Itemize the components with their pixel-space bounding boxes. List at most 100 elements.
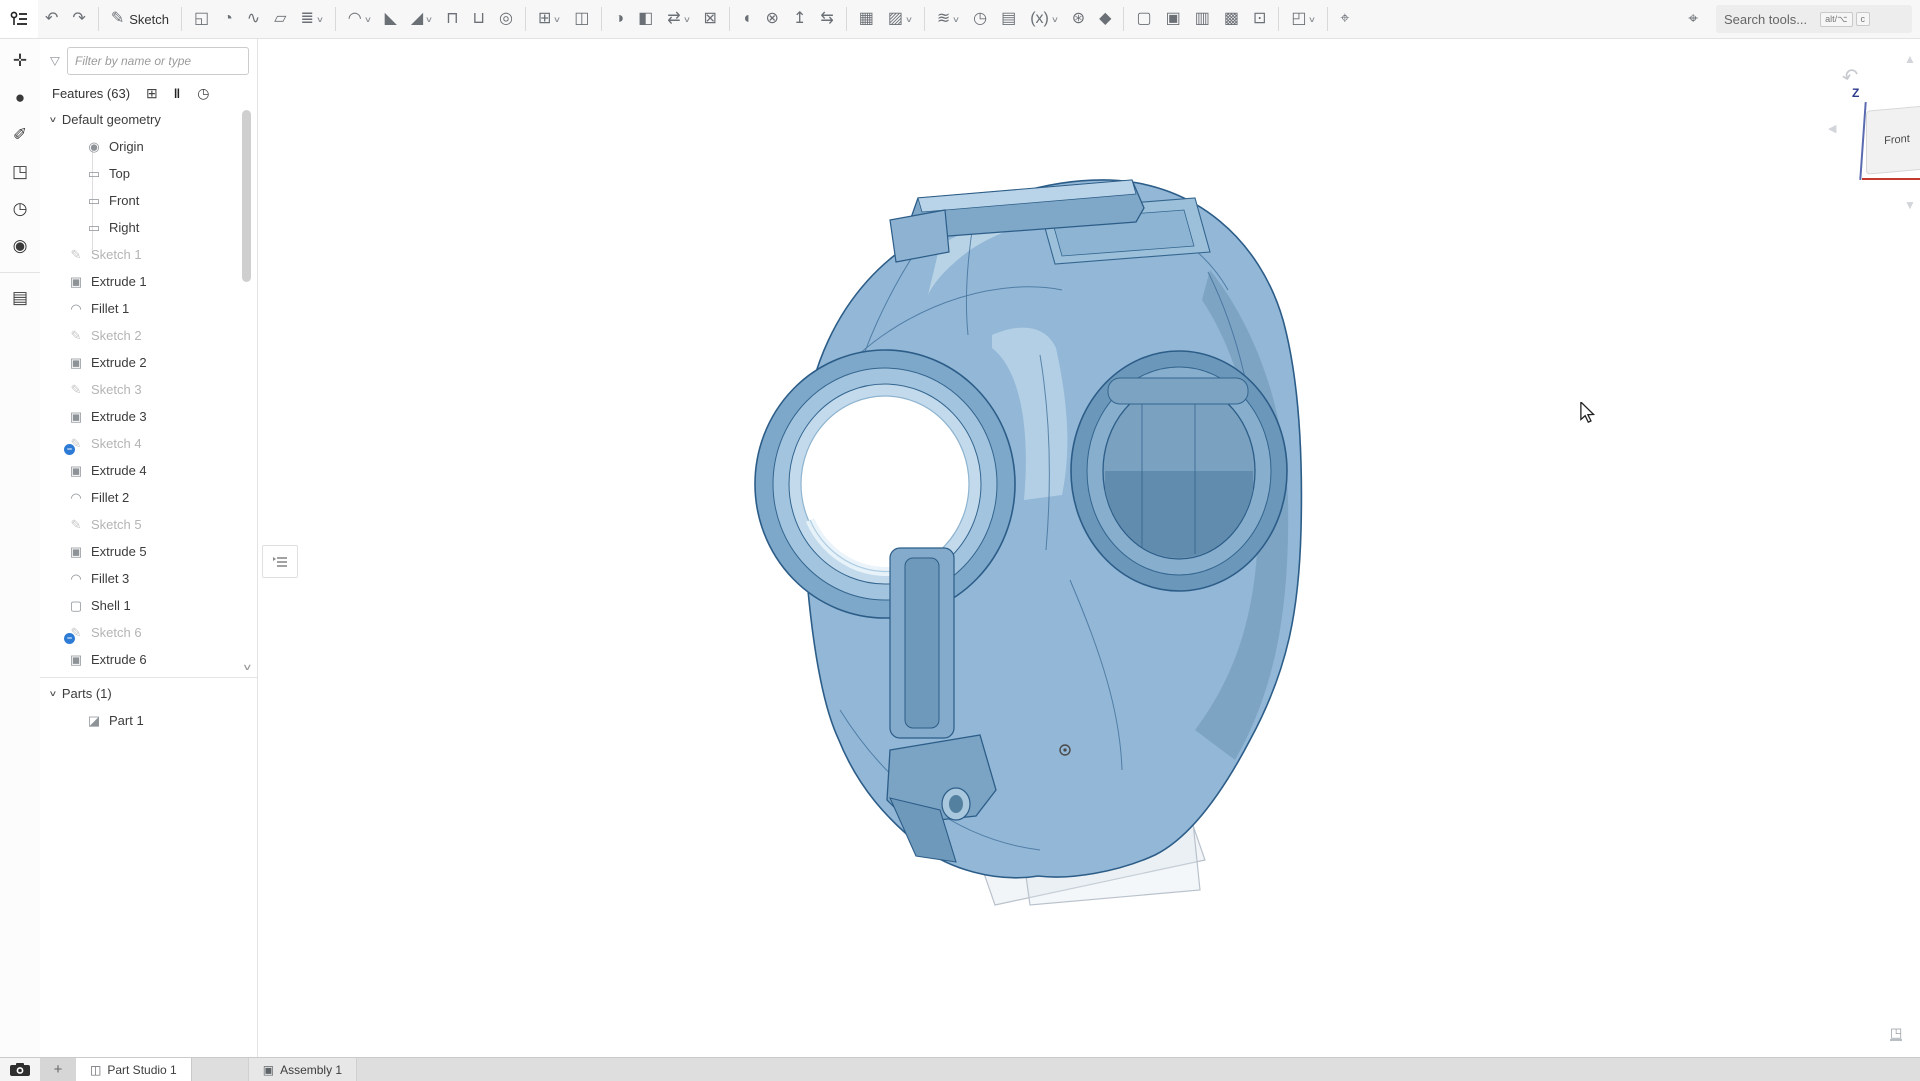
composite-part-button[interactable]: ◰∨ [1285,4,1321,34]
feature-sketch-3[interactable]: ✎Sketch 3 [40,376,257,403]
screenshot-camera-slot[interactable] [0,1058,40,1081]
search-tools-box[interactable]: Search tools... alt/⌥ c [1716,5,1912,33]
insert-tab-button[interactable]: + [40,1058,76,1081]
feature-sketch-5[interactable]: ✎Sketch 5 [40,511,257,538]
modify-fillet-button[interactable]: ◖ [736,4,758,34]
rib-button[interactable]: ⊓ [440,4,464,34]
feature-fillet-3[interactable]: ◠Fillet 3 [40,565,257,592]
rail-divider [0,272,40,273]
feature-sketch-4[interactable]: ✎−Sketch 4 [40,430,257,457]
sheet-metal-corner-button[interactable]: ▩ [1218,4,1245,34]
feature-fillet-2[interactable]: ◠Fillet 2 [40,484,257,511]
feature-fillet-1[interactable]: ◠Fillet 1 [40,295,257,322]
linear-pattern-button[interactable]: ⊞∨ [532,4,566,34]
feature-extrude-6[interactable]: ▣Extrude 6 [40,646,257,673]
comments-icon[interactable]: ● [5,83,35,113]
feature-filter-input[interactable] [67,47,249,75]
fillet-icon: ◠ [348,11,362,27]
featurescript-button[interactable]: ⊛ [1066,4,1091,34]
configurations-icon[interactable]: ✛ [5,46,35,76]
undo-button[interactable]: ↶ [39,4,64,34]
feature-shell-1[interactable]: ▢Shell 1 [40,592,257,619]
boolean-button[interactable]: ◑ [608,4,630,34]
named-views-target-icon[interactable]: ⌖ [1682,7,1704,31]
shell-button[interactable]: ⊔ [467,4,491,34]
feature-label: Sketch 5 [91,517,142,532]
delete-face-button[interactable]: ⊗ [760,4,785,34]
performance-icon[interactable]: ◷ [5,194,35,224]
feature-extrude-4[interactable]: ▣Extrude 4 [40,457,257,484]
toolbar-divider [601,7,602,31]
sheet-metal-model-button[interactable]: ▢ [1130,4,1157,34]
tables-icon[interactable]: ▤ [5,283,35,313]
cad-model[interactable] [740,150,1330,910]
curve-tools-button[interactable]: ≋∨ [931,4,965,34]
isometric-view-corner-icon[interactable]: ◳ [1890,1026,1902,1041]
feature-panel-toggle-button[interactable] [0,0,38,38]
fillet-button[interactable]: ◠∨ [342,4,377,34]
mirror-button[interactable]: ◫ [568,4,595,34]
redo-button[interactable]: ↷ [66,4,91,34]
parts-group-header[interactable]: ∨Parts (1) [40,680,257,707]
part-item-part-1[interactable]: ◪Part 1 [40,707,257,734]
rollback-history-icon[interactable]: ◷ [197,85,209,102]
offset-surface-button[interactable]: ▨∨ [882,4,918,34]
draft-button[interactable]: ◢∨ [405,4,438,34]
tag-button[interactable]: ◆ [1093,4,1117,34]
versions-icon[interactable]: ◳ [5,157,35,187]
view-cube[interactable]: ↶ ◀ ▲ ▼ Z Front [1828,50,1920,220]
export-drawing-button[interactable]: ▤ [995,4,1022,34]
feature-front[interactable]: ▭Front [40,187,257,214]
feature-extrude-3[interactable]: ▣Extrude 3 [40,403,257,430]
rotate-up-arrow-icon[interactable]: ▲ [1904,52,1916,66]
revolve-button[interactable]: ◔ [217,4,239,34]
rotate-left-arrow-icon[interactable]: ◀ [1828,122,1836,135]
feature-label: Extrude 1 [91,274,147,289]
feature-right[interactable]: ▭Right [40,214,257,241]
feature-label: Front [109,193,139,208]
feature-sketch-2[interactable]: ✎Sketch 2 [40,322,257,349]
filter-funnel-icon: ▽ [50,54,60,68]
feature-extrude-2[interactable]: ▣Extrude 2 [40,349,257,376]
feature-extrude-5[interactable]: ▣Extrude 5 [40,538,257,565]
delete-part-button[interactable]: ⊠ [697,4,722,34]
transform-button[interactable]: ⇄∨ [661,4,695,34]
surface-button[interactable]: ▦ [853,4,880,34]
view-cube-front-face[interactable]: Front [1866,105,1920,174]
thicken-button[interactable]: ≣∨ [294,4,328,34]
history-clock-button[interactable]: ◷ [967,4,993,34]
move-face-button[interactable]: ↥ [787,4,812,34]
sketch-button[interactable]: ✎Sketch [105,4,175,34]
tab-part-studio-1[interactable]: ◫Part Studio 1 [76,1058,192,1081]
feature-panel-collapse-button[interactable] [262,545,298,578]
chamfer-button[interactable]: ◣ [379,4,403,34]
extrude-button[interactable]: ◱ [188,4,215,34]
custom-features-icon[interactable]: ✐ [5,120,35,150]
toolbar-divider [335,7,336,31]
hole-button[interactable]: ◎ [493,4,519,34]
split-button[interactable]: ◧ [632,4,659,34]
sketch-icon: ✎ [68,328,84,344]
tab-assembly-1[interactable]: ▣Assembly 1 [248,1058,357,1081]
featurescript-icon: ⊛ [1072,11,1085,27]
sheet-metal-unfold-button[interactable]: ⊡ [1247,4,1272,34]
named-positions-button[interactable]: ⌖ [1334,4,1355,34]
feature-default-geometry[interactable]: ∨Default geometry [40,106,257,133]
sheet-metal-flange-button[interactable]: ▣ [1160,4,1187,34]
variable-button[interactable]: (x)∨ [1024,4,1064,34]
replace-face-button[interactable]: ⇆ [814,4,839,34]
feature-sketch-6[interactable]: ✎−Sketch 6 [40,619,257,646]
sheet-metal-tab-button[interactable]: ▥ [1189,4,1216,34]
sweep-button[interactable]: ∿ [241,4,266,34]
feature-extrude-1[interactable]: ▣Extrude 1 [40,268,257,295]
add-folder-icon[interactable]: ⊞ [146,85,158,102]
learning-center-icon[interactable]: ◉ [5,231,35,261]
loft-button[interactable]: ▱ [268,4,292,34]
suspend-rollback-icon[interactable]: ‖ [174,86,181,101]
feature-top[interactable]: ▭Top [40,160,257,187]
rotate-down-arrow-icon[interactable]: ▼ [1904,198,1916,212]
export-drawing-icon: ▤ [1001,11,1016,27]
feature-sketch-1[interactable]: ✎Sketch 1 [40,241,257,268]
features-count-label: Features (63) [52,86,130,101]
feature-origin[interactable]: ◉Origin [40,133,257,160]
